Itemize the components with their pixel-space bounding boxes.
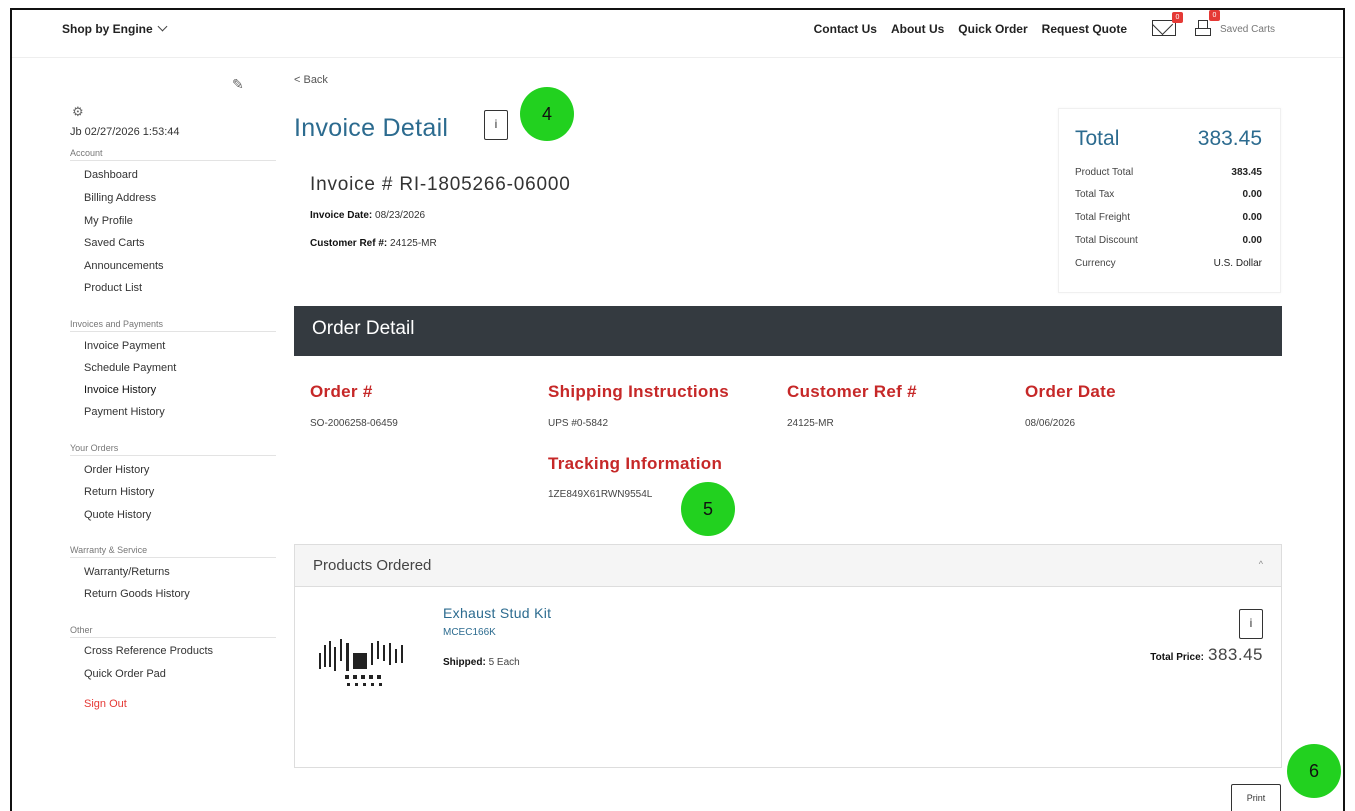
sidebar-item-billing-address[interactable]: Billing Address: [84, 192, 156, 204]
order-customer-ref-label: Customer Ref #: [787, 382, 917, 401]
print-button[interactable]: Print: [1231, 784, 1281, 811]
saved-carts-link[interactable]: Saved Carts: [1220, 24, 1275, 35]
collapse-icon[interactable]: ^: [1259, 559, 1263, 569]
callout-5: 5: [681, 482, 735, 536]
totals-card: Total 383.45 Product Total 383.45 Total …: [1058, 108, 1281, 293]
currency-value: U.S. Dollar: [1213, 258, 1262, 269]
tracking-number-link[interactable]: 1ZE849X61RWN9554L: [548, 489, 652, 500]
shop-by-engine-label: Shop by Engine: [62, 22, 153, 36]
sidebar-item-schedule-payment[interactable]: Schedule Payment: [84, 362, 176, 374]
products-ordered-header[interactable]: Products Ordered ^: [295, 545, 1281, 587]
sidebar-item-dashboard[interactable]: Dashboard: [84, 169, 138, 181]
discount-value: 0.00: [1242, 235, 1262, 246]
shipping-instructions-value: UPS #0-5842: [548, 418, 609, 429]
invoice-info-button[interactable]: i: [484, 110, 508, 140]
totals-row-product-total: Product Total 383.45: [1075, 167, 1262, 178]
section-other: Other: [70, 625, 276, 638]
back-link[interactable]: < Back: [294, 74, 328, 86]
tax-value: 0.00: [1242, 189, 1262, 200]
order-detail-header: Order Detail: [294, 306, 1282, 356]
discount-label: Total Discount: [1075, 235, 1138, 246]
shipped-label: Shipped:: [443, 657, 486, 668]
sidebar-item-order-history[interactable]: Order History: [84, 464, 149, 476]
products-ordered-title: Products Ordered: [313, 557, 432, 574]
sidebar-item-my-profile[interactable]: My Profile: [84, 215, 133, 227]
page-title: Invoice Detail: [294, 114, 449, 142]
section-warranty-service: Warranty & Service: [70, 545, 276, 558]
sidebar-item-saved-carts[interactable]: Saved Carts: [84, 237, 145, 249]
currency-label: Currency: [1075, 258, 1116, 269]
chevron-down-icon: [157, 21, 168, 32]
products-ordered-panel: Products Ordered ^ Exhaust Stud Kit MCEC…: [294, 544, 1282, 768]
top-nav: Contact Us About Us Quick Order Request …: [814, 22, 1127, 36]
invoice-number: Invoice # RI-1805266-06000: [310, 174, 571, 195]
sidebar-item-announcements[interactable]: Announcements: [84, 260, 164, 272]
total-value: 383.45: [1197, 127, 1262, 150]
section-invoices-payments: Invoices and Payments: [70, 319, 276, 332]
cart-badge: 0: [1209, 10, 1220, 21]
sidebar-item-payment-history[interactable]: Payment History: [84, 406, 165, 418]
nav-contact-us[interactable]: Contact Us: [814, 22, 877, 36]
totals-row-freight: Total Freight 0.00: [1075, 212, 1262, 223]
totals-row-discount: Total Discount 0.00: [1075, 235, 1262, 246]
shipping-instructions-label: Shipping Instructions: [548, 382, 730, 401]
tracking-info-label: Tracking Information: [548, 454, 723, 473]
browser-frame: Shop by Engine Contact Us About Us Quick…: [10, 8, 1345, 811]
total-label: Total: [1075, 127, 1120, 150]
totals-row-currency: Currency U.S. Dollar: [1075, 258, 1262, 269]
sidebar-item-quick-order-pad[interactable]: Quick Order Pad: [84, 668, 166, 680]
invoice-date-value: 08/23/2026: [375, 210, 426, 221]
totals-row-tax: Total Tax 0.00: [1075, 189, 1262, 200]
product-image[interactable]: [313, 631, 409, 693]
freight-value: 0.00: [1242, 212, 1262, 223]
gear-icon[interactable]: ⚙: [72, 104, 84, 120]
sidebar-item-return-goods-history[interactable]: Return Goods History: [84, 588, 190, 600]
tax-label: Total Tax: [1075, 189, 1115, 200]
total-price-value: 383.45: [1208, 645, 1263, 664]
callout-4: 4: [520, 87, 574, 141]
product-total-label: Product Total: [1075, 167, 1134, 178]
top-bar: Shop by Engine Contact Us About Us Quick…: [12, 10, 1343, 58]
order-date-value: 08/06/2026: [1025, 418, 1076, 429]
order-number-value: SO-2006258-06459: [310, 418, 398, 429]
customer-ref-value: 24125-MR: [390, 238, 437, 249]
nav-about-us[interactable]: About Us: [891, 22, 944, 36]
customer-ref-label: Customer Ref #:: [310, 238, 388, 249]
total-price-label: Total Price:: [1150, 652, 1204, 663]
sidebar-item-product-list[interactable]: Product List: [84, 282, 142, 294]
sidebar-item-return-history[interactable]: Return History: [84, 486, 154, 498]
customer-ref-row: Customer Ref #: 24125-MR: [310, 238, 437, 249]
invoice-date-label: Invoice Date:: [310, 210, 373, 221]
shipped-value: 5 Each: [488, 657, 520, 668]
product-name-link[interactable]: Exhaust Stud Kit: [443, 605, 551, 621]
order-number-label: Order #: [310, 382, 373, 401]
section-your-orders: Your Orders: [70, 443, 276, 456]
product-sku: MCEC166K: [443, 627, 496, 638]
sign-out-link[interactable]: Sign Out: [84, 698, 127, 710]
callout-6: 6: [1287, 744, 1341, 798]
freight-label: Total Freight: [1075, 212, 1131, 223]
product-info-button[interactable]: i: [1239, 609, 1263, 639]
product-total-value: 383.45: [1231, 167, 1262, 178]
sidebar-item-invoice-history[interactable]: Invoice History: [84, 384, 156, 396]
invoice-date-row: Invoice Date: 08/23/2026: [310, 210, 425, 221]
product-shipped: Shipped: 5 Each: [443, 657, 520, 668]
shop-by-engine-dropdown[interactable]: Shop by Engine: [62, 21, 168, 36]
sidebar-item-cross-reference[interactable]: Cross Reference Products: [84, 645, 213, 657]
order-customer-ref-value: 24125-MR: [787, 418, 834, 429]
last-login-text: Jb 02/27/2026 1:53:44: [70, 126, 180, 138]
nav-request-quote[interactable]: Request Quote: [1042, 22, 1127, 36]
nav-quick-order[interactable]: Quick Order: [958, 22, 1027, 36]
mail-badge: 0: [1172, 12, 1183, 23]
order-date-label: Order Date: [1025, 382, 1116, 401]
product-total-price: Total Price: 383.45: [1150, 645, 1263, 665]
sidebar-item-invoice-payment[interactable]: Invoice Payment: [84, 340, 165, 352]
sidebar-item-quote-history[interactable]: Quote History: [84, 509, 151, 521]
section-account: Account: [70, 148, 276, 161]
pencil-icon[interactable]: ✎: [232, 76, 244, 93]
sidebar-item-warranty-returns[interactable]: Warranty/Returns: [84, 566, 170, 578]
